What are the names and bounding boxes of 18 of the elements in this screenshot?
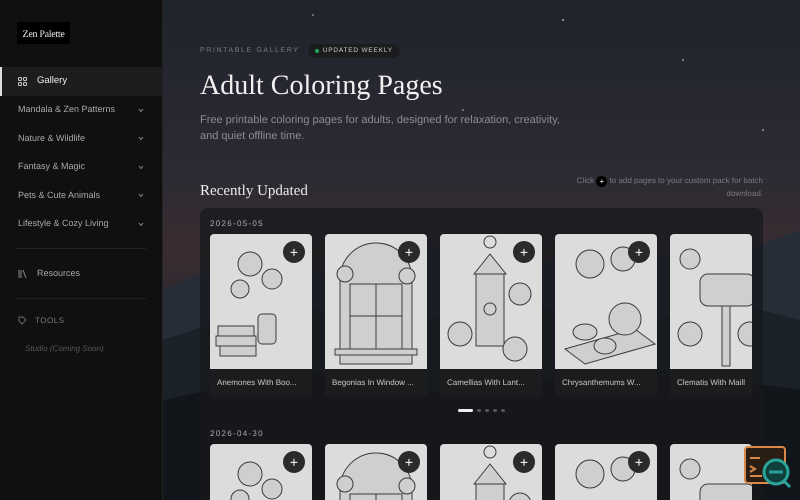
chevron-icon xyxy=(138,164,144,169)
section-heading: TOOLS xyxy=(35,314,64,326)
chevron-icon xyxy=(138,108,144,112)
sidebar-item: Studio (Coming Soon) xyxy=(24,342,105,355)
sidebar-item[interactable]: Lifestyle & Cozy Living xyxy=(0,210,162,238)
books-icon xyxy=(18,268,27,278)
brand-logo[interactable]: Zen Palette xyxy=(17,22,70,44)
chevron-icon xyxy=(138,222,144,226)
sidebar-item[interactable]: Pets & Cute Animals xyxy=(0,181,162,210)
sidebar-item[interactable]: Fantasy & Magic xyxy=(0,152,162,181)
chevron-icon xyxy=(138,136,144,140)
grid-icon xyxy=(18,76,27,86)
tag-icon xyxy=(18,316,27,325)
chevron-icon xyxy=(138,193,144,198)
sidebar-item[interactable]: Mandala & Zen Patterns xyxy=(0,96,162,124)
sidebar-item[interactable]: Gallery xyxy=(0,67,162,96)
sidebar-item[interactable]: Resources xyxy=(0,259,162,288)
sidebar-item[interactable]: Nature & Wildlife xyxy=(0,124,162,152)
